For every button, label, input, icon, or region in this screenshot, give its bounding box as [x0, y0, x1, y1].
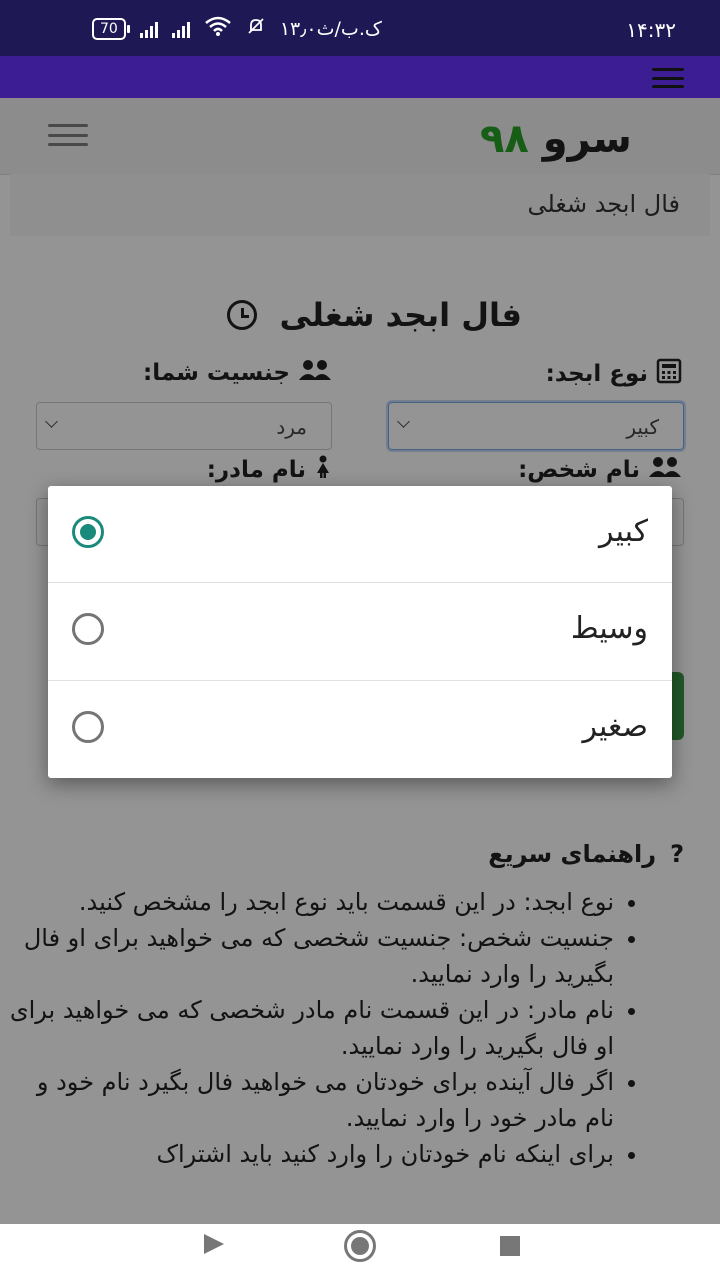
- signal-icon: [171, 20, 190, 38]
- status-bar: 70 ۱۳٫۰ک.ب/ث ۱۴:۳۲: [0, 0, 720, 56]
- picker-option-vasit[interactable]: وسیط: [48, 582, 672, 679]
- wifi-icon: [204, 16, 232, 41]
- status-time: ۱۴:۳۲: [626, 18, 676, 42]
- network-speed: ۱۳٫۰ک.ب/ث: [279, 17, 382, 40]
- radio-unchecked-icon[interactable]: [72, 711, 104, 743]
- app-bar: [0, 56, 720, 98]
- picker-option-kabir[interactable]: کبیر: [48, 486, 672, 582]
- signal-icon: [139, 20, 158, 38]
- home-icon[interactable]: [344, 1230, 376, 1262]
- battery-icon: 70: [92, 17, 130, 40]
- bell-muted-icon: [246, 16, 266, 41]
- picker-option-label: صغیر: [582, 709, 648, 744]
- back-icon[interactable]: [204, 1234, 224, 1254]
- radio-checked-icon[interactable]: [72, 516, 104, 548]
- system-nav-bar: [0, 1224, 720, 1280]
- abjad-type-picker: کبیر وسیط صغیر: [48, 486, 672, 778]
- status-icons: 70 ۱۳٫۰ک.ب/ث: [92, 16, 382, 41]
- picker-option-label: وسیط: [570, 611, 648, 646]
- picker-option-saghir[interactable]: صغیر: [48, 680, 672, 777]
- radio-unchecked-icon[interactable]: [72, 613, 104, 645]
- recent-apps-icon[interactable]: [500, 1236, 520, 1256]
- app-menu-icon[interactable]: [652, 68, 684, 88]
- picker-option-label: کبیر: [599, 514, 648, 549]
